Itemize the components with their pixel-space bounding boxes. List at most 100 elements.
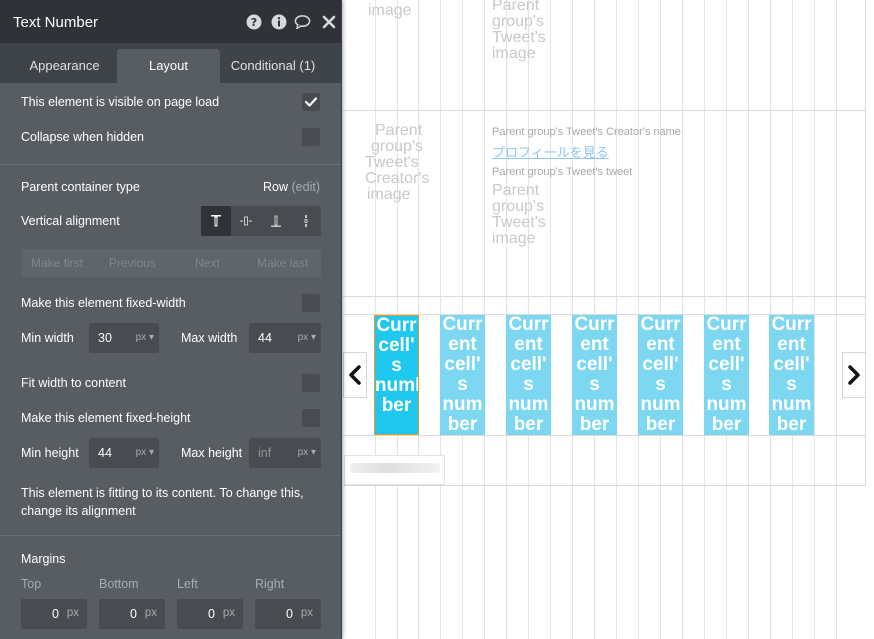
unit-label: px [135, 332, 147, 343]
margin-right-unit: px [300, 607, 313, 619]
text-number-cell[interactable]: Curr ent cell' s num ber [506, 315, 551, 435]
collapse-hidden-checkbox[interactable] [302, 128, 320, 146]
margin-top-unit: px [66, 607, 79, 619]
blurred-content [350, 463, 440, 473]
parent-container-value[interactable]: Row (edit) [263, 180, 320, 194]
cell-line: num [508, 394, 549, 415]
min-width-input[interactable]: 30 px ▾ [89, 323, 159, 353]
cell-line: numb [375, 375, 418, 396]
info-icon[interactable] [270, 13, 287, 30]
ghost-line: image [492, 230, 536, 247]
creator-name-text: Parent group's Tweet's Creator's name [492, 126, 681, 138]
text-number-cell[interactable]: Curr ent cell' s num ber [572, 315, 617, 435]
fixed-height-checkbox[interactable] [302, 409, 320, 427]
align-stretch-button[interactable] [291, 206, 321, 236]
max-height-label: Max height [181, 446, 243, 460]
ghost-line: image [492, 45, 536, 62]
tab-conditional[interactable]: Conditional (1) [222, 49, 324, 83]
fitting-note-line: This element is fitting to its content. … [21, 486, 304, 500]
margin-bottom-value: 0 [130, 607, 137, 621]
svg-text:?: ? [250, 16, 256, 29]
min-width-unit[interactable]: px ▾ [136, 332, 154, 343]
margin-right-input[interactable]: 0 px [255, 599, 321, 629]
visible-on-load-checkbox[interactable] [302, 93, 320, 111]
collapse-hidden-label: Collapse when hidden [21, 130, 145, 144]
cell-line: s [786, 374, 797, 395]
unit-label: px [297, 332, 309, 343]
ghost-parent-image[interactable]: Parent group's Tweet's image [492, 0, 562, 62]
fitting-note: This element is fitting to its content. … [21, 484, 321, 520]
text-number-cell[interactable]: Curr ent cell' s num ber [638, 315, 683, 435]
align-center-button[interactable] [231, 206, 261, 236]
margins-label: Margins [21, 552, 66, 566]
max-width-input[interactable]: 44 px ▾ [249, 323, 321, 353]
next-button[interactable]: Next [195, 256, 220, 270]
group-border [343, 435, 866, 436]
cell-line: ent [580, 334, 609, 355]
panel-titlebar[interactable]: Text Number ? [0, 0, 341, 43]
cell-line: ber [776, 414, 807, 435]
margin-top-label: Top [21, 577, 42, 591]
cell-line: Curr [442, 315, 483, 335]
cell-line: ber [513, 414, 544, 435]
tab-appearance[interactable]: Appearance [13, 49, 116, 83]
text-number-cell[interactable]: Curr ent cell' s num ber [769, 315, 814, 435]
comment-icon[interactable] [294, 13, 311, 30]
make-first-button[interactable]: Make first [31, 256, 83, 270]
ghost-line: Tweet's [492, 214, 546, 231]
min-width-value: 30 [98, 331, 112, 345]
ghost-image-text: image [368, 2, 412, 19]
property-editor-panel: Text Number ? Appearance Layout Conditio… [0, 0, 342, 639]
previous-button[interactable]: Previous [109, 256, 156, 270]
profile-link[interactable]: プロフィールを見る [492, 142, 609, 161]
close-icon[interactable] [320, 13, 337, 30]
max-height-input[interactable]: inf px ▾ [249, 438, 321, 468]
min-height-input[interactable]: 44 px ▾ [89, 438, 159, 468]
ghost-creator-image[interactable]: Parent group's Tweet's Creator's image [365, 123, 445, 203]
margin-bottom-unit: px [144, 607, 157, 619]
group-border [343, 296, 866, 297]
reorder-nav: Make first Previous Next Make last [21, 249, 321, 277]
cell-line: num [771, 394, 812, 415]
tab-layout[interactable]: Layout [117, 49, 220, 83]
ghost-line: group's [492, 198, 544, 215]
text-number-cell[interactable]: Curr ent cell' s num ber [704, 315, 749, 435]
align-top-icon [211, 215, 221, 227]
cell-line: ber [579, 414, 610, 435]
margin-top-value: 0 [52, 607, 59, 621]
make-last-button[interactable]: Make last [257, 256, 308, 270]
max-height-unit[interactable]: px ▾ [298, 447, 316, 458]
cell-line: cell' [576, 354, 613, 375]
cell-line: s [457, 374, 468, 395]
ghost-tweet-image[interactable]: Parent group's Tweet's image [492, 183, 562, 247]
align-bottom-button[interactable] [261, 206, 291, 236]
margin-left-input[interactable]: 0 px [177, 599, 243, 629]
ghost-line: Tweet's [492, 29, 546, 46]
fixed-height-label: Make this element fixed-height [21, 411, 191, 425]
min-height-unit[interactable]: px ▾ [136, 447, 154, 458]
fit-width-checkbox[interactable] [302, 374, 320, 392]
cell-line: cell' [444, 354, 481, 375]
cell-line: s [523, 374, 534, 395]
next-arrow-button[interactable] [842, 352, 866, 398]
cell-line: num [442, 394, 483, 415]
text-number-cell[interactable]: Curr ent cell' s num ber [440, 315, 485, 435]
fixed-width-checkbox[interactable] [302, 294, 320, 312]
grid-guide [814, 0, 815, 639]
cell-line: cell' [378, 335, 415, 356]
align-top-button[interactable] [201, 206, 231, 236]
margin-top-input[interactable]: 0 px [21, 599, 87, 629]
previous-arrow-button[interactable] [343, 352, 367, 398]
help-icon[interactable]: ? [245, 13, 262, 30]
ghost-line: group's [371, 138, 423, 155]
margin-right-value: 0 [286, 607, 293, 621]
container-edit-link[interactable]: (edit) [292, 180, 320, 194]
vertical-alignment-label: Vertical alignment [21, 214, 120, 228]
cell-line: ent [646, 334, 675, 355]
text-number-cell-selected[interactable]: Curr cell' s numb ber [374, 315, 419, 435]
group-border [343, 110, 866, 111]
visible-on-load-label: This element is visible on page load [21, 95, 220, 109]
cell-line: Curr [771, 315, 812, 335]
max-width-unit[interactable]: px ▾ [298, 332, 316, 343]
margin-bottom-input[interactable]: 0 px [99, 599, 165, 629]
